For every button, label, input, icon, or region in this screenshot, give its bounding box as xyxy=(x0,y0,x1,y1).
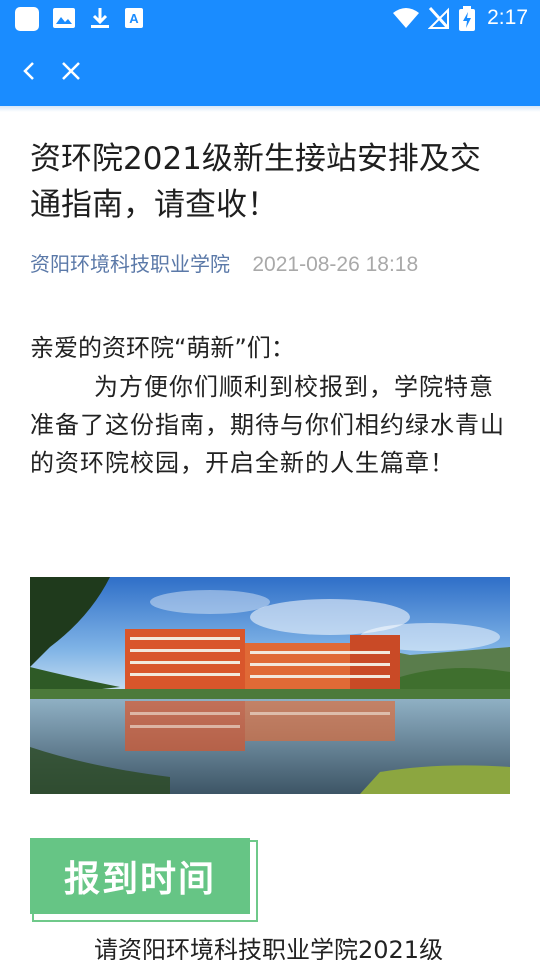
greeting-text: 亲爱的资环院“萌新”们： xyxy=(30,334,295,362)
campus-photo xyxy=(30,577,510,794)
app-bar xyxy=(0,36,540,106)
app-bar-shadow xyxy=(0,106,540,112)
status-bar: A 2:17 xyxy=(0,0,540,36)
image-icon xyxy=(53,8,75,28)
wifi-icon xyxy=(393,8,419,28)
next-paragraph: 请资阳环境科技职业学院2021级 xyxy=(94,936,444,960)
section-fill: 报到时间 xyxy=(30,838,250,914)
status-time: 2:17 xyxy=(487,6,528,29)
app-square-icon xyxy=(15,7,39,31)
intro-paragraph: 为方便你们顺利到校报到，学院特意准备了这份指南，期待与你们相约绿水青山的资环院校… xyxy=(30,373,505,477)
svg-text:A: A xyxy=(129,11,139,26)
no-signal-icon xyxy=(428,6,450,30)
author-link[interactable]: 资阳环境科技职业学院 xyxy=(30,252,230,276)
article-title: 资环院2021级新生接站安排及交通指南，请查收！ xyxy=(30,141,481,223)
download-icon xyxy=(91,8,109,28)
article-meta: 资阳环境科技职业学院 2021-08-26 18:18 xyxy=(30,248,418,281)
chevron-left-icon xyxy=(23,62,34,80)
close-button[interactable] xyxy=(54,54,88,88)
close-icon xyxy=(62,62,80,80)
publish-date: 2021-08-26 18:18 xyxy=(252,253,419,276)
battery-charging-icon xyxy=(459,6,475,31)
section-title: 报到时间 xyxy=(63,859,216,900)
back-button[interactable] xyxy=(12,54,46,88)
section-heading: 报到时间 xyxy=(30,838,258,922)
a-font-icon: A xyxy=(125,8,143,28)
